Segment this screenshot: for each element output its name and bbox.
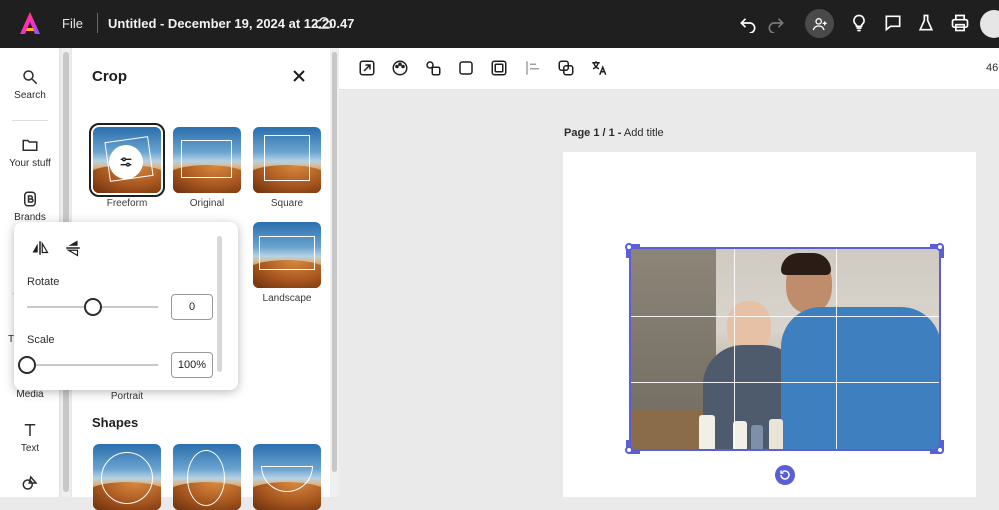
crop-thumbnail xyxy=(253,127,321,193)
crop-option-label: Square xyxy=(270,198,304,209)
brands-icon xyxy=(24,191,36,207)
shape-option-half-circle[interactable] xyxy=(253,444,321,510)
page-label[interactable]: Page 1 / 1 - Add title xyxy=(564,127,664,139)
shapes-title: Shapes xyxy=(92,415,139,430)
crop-handle-dot[interactable] xyxy=(936,446,944,454)
comment-icon[interactable] xyxy=(882,12,904,34)
rotate-value-field[interactable]: 0 xyxy=(171,294,213,320)
search-icon xyxy=(23,70,38,85)
crop-option-label: Freeform xyxy=(106,198,148,209)
print-icon[interactable] xyxy=(949,12,971,34)
rail-item-elements[interactable] xyxy=(0,474,60,496)
popover-scrollbar[interactable] xyxy=(217,236,222,372)
translate-icon[interactable] xyxy=(590,59,608,77)
rail-label: Search xyxy=(14,90,46,101)
redo-icon[interactable] xyxy=(765,12,787,34)
rail-divider xyxy=(12,120,48,121)
photo-bottle xyxy=(699,415,715,449)
rail-item-brands[interactable]: Brands xyxy=(0,190,60,223)
scale-slider-track[interactable] xyxy=(27,364,158,366)
adjust-sliders-icon xyxy=(109,145,143,179)
canvas-area: Page 1 / 1 - Add title xyxy=(339,90,999,497)
crop-option-original[interactable]: Original xyxy=(173,127,241,209)
shape-thumbnail xyxy=(253,444,321,510)
rail-label: Your stuff xyxy=(9,158,51,169)
file-menu[interactable]: File xyxy=(62,16,83,31)
replace-image-icon[interactable] xyxy=(358,59,376,77)
photo-nurse-hair xyxy=(781,253,831,275)
rotate-slider-knob[interactable] xyxy=(83,298,102,316)
close-icon[interactable] xyxy=(291,68,307,84)
cloud-sync-icon[interactable] xyxy=(314,13,334,33)
flip-vertical-icon[interactable] xyxy=(65,239,81,257)
scale-slider-knob[interactable] xyxy=(18,356,36,374)
adobe-express-logo[interactable] xyxy=(18,11,42,35)
shape-thumbnail xyxy=(93,444,161,510)
crop-handle-dot[interactable] xyxy=(625,446,633,454)
crop-option-square[interactable]: Square xyxy=(253,127,321,209)
remove-background-icon[interactable] xyxy=(424,59,442,77)
transform-popover: Rotate 0 Scale 100% xyxy=(14,222,238,390)
avatar[interactable] xyxy=(980,10,999,38)
shape-thumbnail xyxy=(173,444,241,510)
context-toolbar: 46 xyxy=(339,48,999,90)
crop-thumbnail xyxy=(89,123,165,197)
folder-icon xyxy=(22,139,38,151)
crop-grid-line xyxy=(631,382,939,384)
flip-horizontal-icon[interactable] xyxy=(31,240,49,256)
title-separator xyxy=(97,13,98,33)
rotate-handle[interactable] xyxy=(775,465,795,485)
crop-square-icon[interactable] xyxy=(457,59,475,77)
rail-label: Media xyxy=(16,389,44,400)
shape-option-circle[interactable] xyxy=(93,444,161,510)
photo-bottle xyxy=(769,419,783,449)
photo-nurse-scrubs xyxy=(781,307,939,449)
photo-bottle xyxy=(751,425,763,449)
rail-item-text[interactable]: Text xyxy=(0,421,60,454)
rotate-label: Rotate xyxy=(27,276,60,288)
rail-item-your-stuff[interactable]: Your stuff xyxy=(0,136,60,169)
crop-thumbnail xyxy=(173,127,241,193)
crop-option-landscape[interactable]: Landscape xyxy=(253,222,321,304)
flask-icon[interactable] xyxy=(915,12,937,34)
add-person-icon xyxy=(812,17,827,30)
crop-option-label: Portrait xyxy=(110,391,144,402)
effects-palette-icon[interactable] xyxy=(391,59,409,77)
zoom-level[interactable]: 46 xyxy=(986,62,998,74)
text-icon xyxy=(24,424,36,436)
rail-item-search[interactable]: Search xyxy=(0,68,60,101)
top-bar: File Untitled - December 19, 2024 at 12.… xyxy=(0,0,999,48)
crop-grid-line xyxy=(733,249,735,449)
elements-icon xyxy=(22,475,38,490)
align-icon[interactable] xyxy=(524,59,542,77)
panel-scroll-thumb[interactable] xyxy=(332,52,337,472)
panel-scrollbar[interactable] xyxy=(330,48,339,497)
rail-label: Text xyxy=(20,443,40,454)
invite-button[interactable] xyxy=(805,9,834,38)
panel-title: Crop xyxy=(92,68,127,85)
layers-icon[interactable] xyxy=(557,59,575,77)
page-number: Page 1 / 1 - xyxy=(564,127,622,139)
add-title-link[interactable]: Add title xyxy=(621,127,664,139)
scale-value-field[interactable]: 100% xyxy=(171,352,213,378)
crop-handle-dot[interactable] xyxy=(625,243,633,251)
crop-handle-dot[interactable] xyxy=(936,243,944,251)
lightbulb-icon[interactable] xyxy=(848,12,870,34)
crop-grid-line xyxy=(836,249,838,449)
crop-option-label: Landscape xyxy=(262,293,312,304)
crop-thumbnail xyxy=(253,222,321,288)
scale-label: Scale xyxy=(27,334,55,346)
rotate-icon xyxy=(780,470,790,480)
frame-icon[interactable] xyxy=(490,59,508,77)
crop-option-freeform[interactable]: Freeform xyxy=(89,123,165,209)
shape-option-oval[interactable] xyxy=(173,444,241,510)
selected-photo[interactable] xyxy=(629,247,941,451)
undo-icon[interactable] xyxy=(737,12,759,34)
photo-bottle xyxy=(733,421,747,449)
crop-option-label: Original xyxy=(189,198,225,209)
rail-item-media[interactable]: Media xyxy=(0,389,60,400)
crop-grid-line xyxy=(631,315,939,317)
